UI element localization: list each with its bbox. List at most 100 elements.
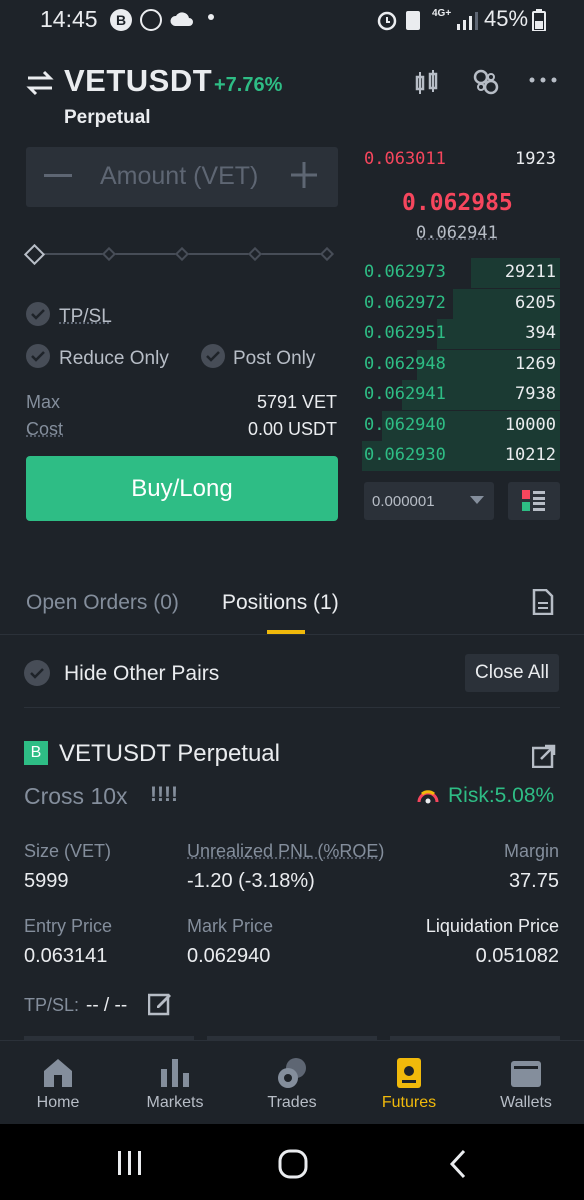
calculator-icon[interactable] <box>472 68 500 96</box>
ask-price: 0.063011 <box>364 149 446 169</box>
tpsl-checkbox[interactable] <box>26 302 50 326</box>
recent-apps-icon[interactable] <box>116 1150 144 1176</box>
futures-icon <box>397 1058 421 1088</box>
bid-price: 0.062951 <box>364 323 446 343</box>
mark-price-label: Mark Price <box>187 916 274 936</box>
precision-select[interactable]: 0.000001 <box>364 482 494 520</box>
size-value: 5999 <box>24 870 69 892</box>
bid-price: 0.062940 <box>364 414 446 435</box>
pair-title[interactable]: VETUSDT <box>64 63 212 99</box>
nav-home[interactable]: Home <box>0 1057 116 1112</box>
tpsl-label[interactable]: TP/SL <box>59 306 112 328</box>
order-book-layout-button[interactable] <box>508 482 560 520</box>
hide-other-pairs-checkbox[interactable] <box>24 660 50 686</box>
bid-row[interactable]: 0.062973 29211 <box>362 258 560 288</box>
bid-row[interactable]: 0.062941 7938 <box>362 380 560 410</box>
bid-row[interactable]: 0.062972 6205 <box>362 288 560 319</box>
entry-price-value: 0.063141 <box>24 945 108 967</box>
slider-handle[interactable] <box>23 243 46 266</box>
cloud-icon <box>170 12 193 26</box>
margin-mode-leverage[interactable]: Cross 10x <box>24 783 128 810</box>
entry-price-label: Entry Price <box>24 916 113 936</box>
edit-tpsl-icon[interactable] <box>148 992 172 1016</box>
risk-gauge-icon <box>417 790 439 804</box>
bid-quantity: 29211 <box>504 262 556 282</box>
precision-value: 0.000001 <box>372 493 435 510</box>
home-button-icon[interactable] <box>278 1149 308 1179</box>
more-options-icon[interactable] <box>528 76 558 84</box>
bottom-navigation: Home Markets Trades Futures Wallets <box>0 1040 584 1124</box>
bid-row[interactable]: 0.062948 1269 <box>362 349 560 380</box>
margin-value: 37.75 <box>508 870 559 892</box>
share-position-icon[interactable] <box>532 744 556 768</box>
back-icon[interactable] <box>448 1149 468 1179</box>
alarm-icon <box>377 11 397 31</box>
tab-open-orders[interactable]: Open Orders (0) <box>26 591 179 615</box>
unrealized-pnl-label: Unrealized PNL (%ROE) <box>187 841 385 861</box>
nav-futures[interactable]: Futures <box>351 1057 467 1112</box>
sim-icon <box>406 11 420 30</box>
nav-label-futures: Futures <box>381 1094 437 1111</box>
bid-quantity: 6205 <box>515 292 556 313</box>
bid-quantity: 10000 <box>504 414 556 435</box>
nav-wallets[interactable]: Wallets <box>468 1057 584 1112</box>
nav-markets[interactable]: Markets <box>117 1057 233 1112</box>
compass-notification-icon <box>140 9 162 31</box>
position-side-badge: B <box>24 741 48 765</box>
increase-amount-icon[interactable] <box>290 161 318 189</box>
max-label: Max <box>26 392 61 412</box>
size-label: Size (VET) <box>24 841 112 861</box>
adl-indicator: !!!! <box>150 783 178 806</box>
reduce-only-checkbox[interactable] <box>26 344 50 368</box>
bid-row[interactable]: 0.062940 10000 <box>362 410 560 441</box>
tab-positions[interactable]: Positions (1) <box>222 591 339 615</box>
margin-label: Margin <box>503 841 559 861</box>
battery-percent: 45% <box>484 6 529 31</box>
network-type: 4G+ <box>432 8 452 19</box>
wallet-icon <box>511 1061 541 1087</box>
contract-type: Perpetual <box>64 107 151 128</box>
binance-notification-icon: B <box>110 9 132 31</box>
cost-value: 0.00 USDT <box>247 419 337 439</box>
home-icon <box>44 1059 72 1087</box>
nav-label-trades: Trades <box>267 1094 317 1111</box>
order-book-layout-icon <box>522 490 545 511</box>
bid-quantity: 7938 <box>515 384 556 404</box>
decrease-amount-icon[interactable] <box>44 174 72 177</box>
section-divider <box>24 707 560 708</box>
candlestick-chart-icon[interactable] <box>414 70 440 96</box>
bid-quantity: 1269 <box>515 353 556 374</box>
hide-other-pairs-label[interactable]: Hide Other Pairs <box>64 662 219 686</box>
nav-trades[interactable]: Trades <box>234 1057 350 1112</box>
bid-price: 0.062948 <box>364 353 446 374</box>
order-history-icon[interactable] <box>532 589 554 615</box>
post-only-label[interactable]: Post Only <box>233 348 315 370</box>
slider-mark-25[interactable] <box>101 246 117 262</box>
cost-label: Cost <box>26 419 64 439</box>
reduce-only-label[interactable]: Reduce Only <box>59 348 169 370</box>
buy-long-button[interactable]: Buy/Long <box>26 456 338 521</box>
post-only-checkbox[interactable] <box>201 344 225 368</box>
position-symbol[interactable]: VETUSDT Perpetual <box>59 740 280 768</box>
nav-label-wallets: Wallets <box>500 1094 552 1111</box>
tpsl-position-label: TP/SL: <box>24 995 80 1015</box>
max-value: 5791 VET <box>256 392 337 412</box>
ask-row[interactable]: 0.063011 1923 <box>362 145 560 175</box>
bid-price: 0.062973 <box>364 262 446 282</box>
switch-pair-icon[interactable] <box>26 70 54 96</box>
slider-mark-50[interactable] <box>174 246 190 262</box>
mark-price[interactable]: 0.062941 <box>416 223 498 243</box>
price-change-percent: +7.76% <box>214 74 283 96</box>
nav-label-home: Home <box>36 1094 80 1111</box>
more-notifications-dot <box>208 14 214 20</box>
close-all-button[interactable]: Close All <box>465 654 559 692</box>
slider-mark-75[interactable] <box>247 246 263 262</box>
bid-row[interactable]: 0.062930 10212 <box>362 441 560 471</box>
liquidation-price-value: 0.051082 <box>475 945 559 967</box>
last-price: 0.062985 <box>402 190 513 216</box>
ask-quantity: 1923 <box>515 149 556 169</box>
signal-icon <box>457 12 478 30</box>
status-bar: 14:45 B 4G+ 45% <box>0 0 584 40</box>
slider-mark-100[interactable] <box>319 246 335 262</box>
bid-row[interactable]: 0.062951 394 <box>362 319 560 349</box>
